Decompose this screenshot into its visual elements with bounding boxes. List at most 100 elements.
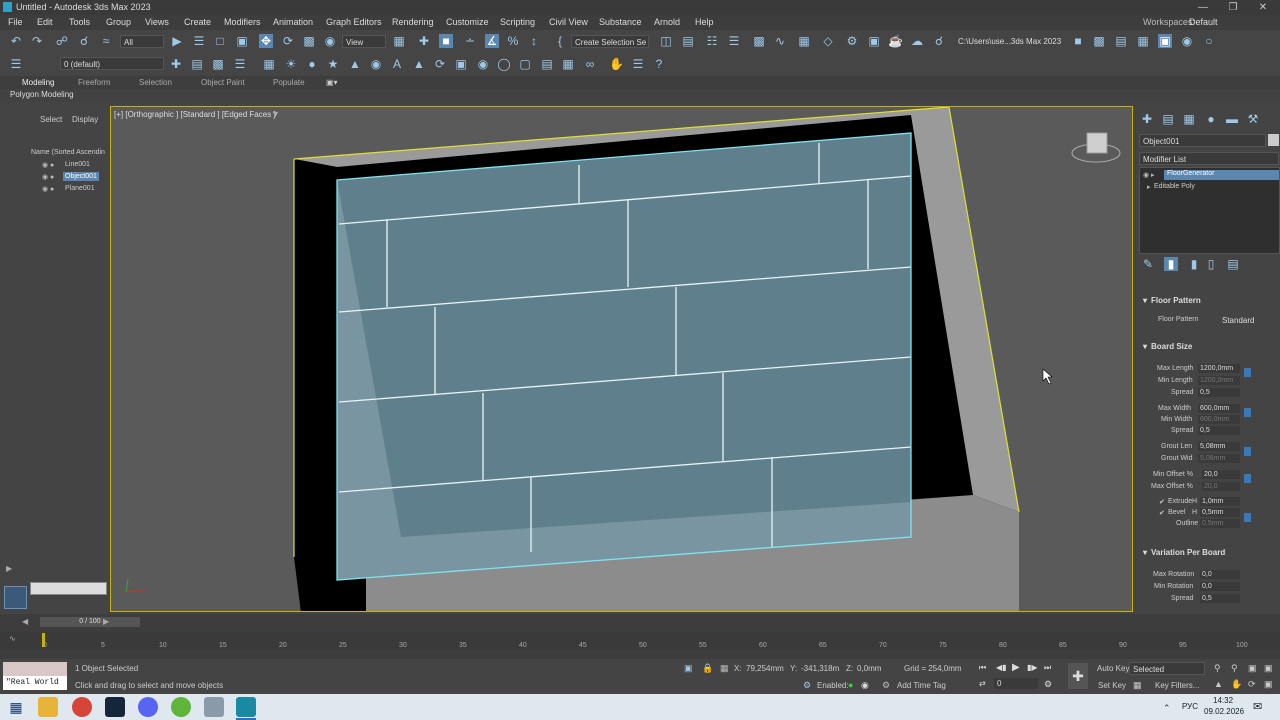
go-to-start-icon[interactable]: ⏮ <box>979 663 986 673</box>
window-icon[interactable]: ▤ <box>540 57 554 71</box>
bevel-spinner[interactable]: 0,5mm <box>1200 508 1240 517</box>
auto-key-button[interactable]: Auto Key <box>1097 664 1129 673</box>
bevel-lock[interactable] <box>1244 513 1251 522</box>
maxscript-input[interactable]: "Real World <box>3 676 67 690</box>
start-icon[interactable]: ▦ <box>6 697 26 717</box>
time-slider-next-icon[interactable]: ▶ <box>103 617 109 626</box>
discord-icon[interactable] <box>138 697 158 717</box>
variation-rollout[interactable]: ▾ <box>1143 548 1147 557</box>
absolute-mode-icon[interactable]: ▦ <box>720 663 729 674</box>
display-tab-icon[interactable]: ▬ <box>1225 112 1239 126</box>
field-of-view-icon[interactable]: ▲ <box>1214 679 1223 689</box>
visibility-eye-icon[interactable]: ◉ ● <box>42 161 54 169</box>
create-tab-icon[interactable]: ✚ <box>1140 112 1154 126</box>
chrome-icon[interactable] <box>72 697 92 717</box>
angle-snap-icon[interactable]: ∡ <box>485 34 499 48</box>
grout-wid-spinner[interactable]: 5,08mm <box>1198 454 1240 463</box>
menu-substance[interactable]: Substance <box>599 17 642 27</box>
make-unique-icon[interactable]: ▮ <box>1187 257 1201 271</box>
schematic-view-icon[interactable]: ▦ <box>797 34 811 48</box>
ribbon-tab-object-paint[interactable]: Object Paint <box>201 78 245 87</box>
placement-icon[interactable]: ◉ <box>323 34 337 48</box>
list-icon[interactable]: ☰ <box>631 57 645 71</box>
render-shortcuts-icon[interactable]: ☌ <box>932 34 946 48</box>
zoom-extents-all-icon[interactable]: ▣ <box>1264 663 1273 674</box>
ribbon-tab-selection[interactable]: Selection <box>139 78 172 87</box>
ribbon-options-icon[interactable]: ▣▾ <box>326 78 338 87</box>
light-bulb-icon[interactable]: ◯ <box>497 57 511 71</box>
explorer-toggle-icon[interactable] <box>4 586 27 609</box>
pin-stack-icon[interactable]: ✎ <box>1141 257 1155 271</box>
select-object-icon[interactable]: ▶ <box>170 34 184 48</box>
viewport-filter-icon[interactable]: ▼ <box>271 109 280 119</box>
rectangular-selection-icon[interactable]: □ <box>213 34 227 48</box>
maximize-viewport-icon[interactable]: ▣ <box>1264 679 1273 690</box>
project-switch-icon[interactable]: ▩ <box>1092 34 1106 48</box>
show-end-result-icon[interactable]: ▮ <box>1164 257 1178 271</box>
project-folder-icon[interactable]: ■ <box>1071 34 1085 48</box>
mini-curve-editor-icon[interactable]: ∿ <box>9 634 16 643</box>
floor-pattern-rollout[interactable]: ▾ <box>1143 296 1147 305</box>
outline-spinner[interactable]: 0,5mm <box>1200 519 1240 528</box>
menu-edit[interactable]: Edit <box>37 17 53 27</box>
scene-sort-header[interactable]: Name (Sorted Ascendin <box>31 149 105 156</box>
max-offset-spinner[interactable]: 20,0 <box>1202 482 1240 491</box>
render-region-icon[interactable]: ◉ <box>369 57 383 71</box>
x-coordinate-field[interactable]: 79,254mm <box>746 664 784 673</box>
mirror-icon[interactable]: ◫ <box>659 34 673 48</box>
curve-editor-icon[interactable]: ∿ <box>773 34 787 48</box>
key-filters-icon[interactable]: ▦ <box>1133 680 1142 691</box>
selection-filter-dropdown[interactable]: All <box>120 35 164 48</box>
align-icon[interactable]: ▤ <box>681 34 695 48</box>
project-settings-icon[interactable]: ▦ <box>1136 34 1150 48</box>
floor-pattern-dropdown[interactable]: Standard <box>1219 314 1267 327</box>
visibility-eye-icon[interactable]: ◉ ● <box>42 173 54 181</box>
z-coordinate-field[interactable]: 0,0mm <box>857 664 881 673</box>
undo-icon[interactable]: ↶ <box>9 34 23 48</box>
3ds-max-icon[interactable] <box>236 697 256 717</box>
motion-tab-icon[interactable]: ● <box>1204 112 1218 126</box>
notification-icon[interactable]: ✉ <box>1253 700 1262 713</box>
pivot-center-icon[interactable]: ▦ <box>392 34 406 48</box>
menu-customize[interactable]: Customize <box>446 17 489 27</box>
bind-space-warp-icon[interactable]: ≈ <box>99 34 113 48</box>
key-mode-icon[interactable]: ⇄ <box>979 679 986 688</box>
settings-icon[interactable] <box>204 697 224 717</box>
material-editor-icon[interactable]: ◇ <box>821 34 835 48</box>
arnold-light-icon[interactable]: ● <box>305 57 319 71</box>
input-language[interactable]: РУС <box>1182 702 1198 711</box>
time-tag-gear-icon[interactable]: ⚙ <box>882 680 890 691</box>
rendered-frame-window-icon[interactable]: ▣ <box>867 34 881 48</box>
prev-frame-icon[interactable]: ◀▮ <box>996 663 1007 672</box>
next-frame-icon[interactable]: ▮▶ <box>1027 663 1038 672</box>
grout-len-spinner[interactable]: 5,08mm <box>1198 442 1240 451</box>
ribbon-tab-freeform[interactable]: Freeform <box>78 78 110 87</box>
object-name-field[interactable]: Object001 <box>1139 134 1266 147</box>
layer-properties-icon[interactable]: ☰ <box>233 57 247 71</box>
floor-pattern-title[interactable]: Floor Pattern <box>1151 296 1201 305</box>
ribbon-tab-modeling[interactable]: Modeling <box>22 78 54 87</box>
time-slider[interactable]: 0 / 100 <box>40 617 140 627</box>
max-length-spinner[interactable]: 1200,0mm <box>1198 364 1240 373</box>
extrude-spinner[interactable]: 1,0mm <box>1200 497 1240 506</box>
set-keys-icon[interactable]: ✚ <box>1068 663 1088 689</box>
stack-expand-icon[interactable]: ▸ <box>1147 183 1151 191</box>
scene-horizontal-scrollbar[interactable] <box>30 582 107 595</box>
add-time-tag[interactable]: Add Time Tag <box>897 681 946 690</box>
orbit-icon[interactable]: ⟳ <box>1248 679 1256 690</box>
layer-explorer-icon[interactable]: ☰ <box>727 34 741 48</box>
layer-manager-icon[interactable]: ☰ <box>9 57 23 71</box>
y-coordinate-field[interactable]: -341,318m <box>801 664 839 673</box>
menu-modifiers[interactable]: Modifiers <box>224 17 261 27</box>
maximize-button[interactable]: ❐ <box>1218 1 1248 14</box>
set-key-button[interactable]: Set Key <box>1098 681 1126 690</box>
target-icon[interactable]: ▲ <box>348 57 362 71</box>
remove-modifier-icon[interactable]: ▯ <box>1204 257 1218 271</box>
rotate-icon[interactable]: ⟳ <box>281 34 295 48</box>
key-set-dropdown[interactable]: Selected <box>1129 662 1205 675</box>
toggle-ribbon-icon[interactable]: ▩ <box>752 34 766 48</box>
variation-title[interactable]: Variation Per Board <box>1151 548 1225 557</box>
modify-tab-icon[interactable]: ▤ <box>1161 112 1175 126</box>
cycle-icon[interactable]: ⟳ <box>433 57 447 71</box>
extrude-checkbox[interactable]: ✔ <box>1159 498 1165 506</box>
